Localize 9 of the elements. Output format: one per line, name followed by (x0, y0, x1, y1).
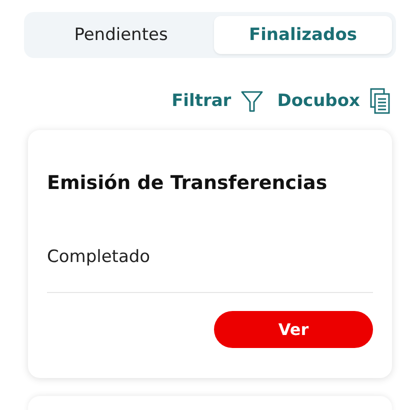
tab[interactable]: Finalizados (214, 16, 392, 54)
status-text: Completado (47, 247, 152, 267)
filter-button[interactable]: Filtrar (172, 88, 264, 114)
tab[interactable]: Pendientes (32, 16, 210, 54)
documents-button[interactable]: Docubox (277, 88, 390, 114)
documents-icon (370, 88, 390, 114)
view-button[interactable]: Ver (214, 311, 373, 348)
card-title: Emisión de Transferencias (47, 172, 328, 194)
filter-icon (241, 90, 264, 112)
